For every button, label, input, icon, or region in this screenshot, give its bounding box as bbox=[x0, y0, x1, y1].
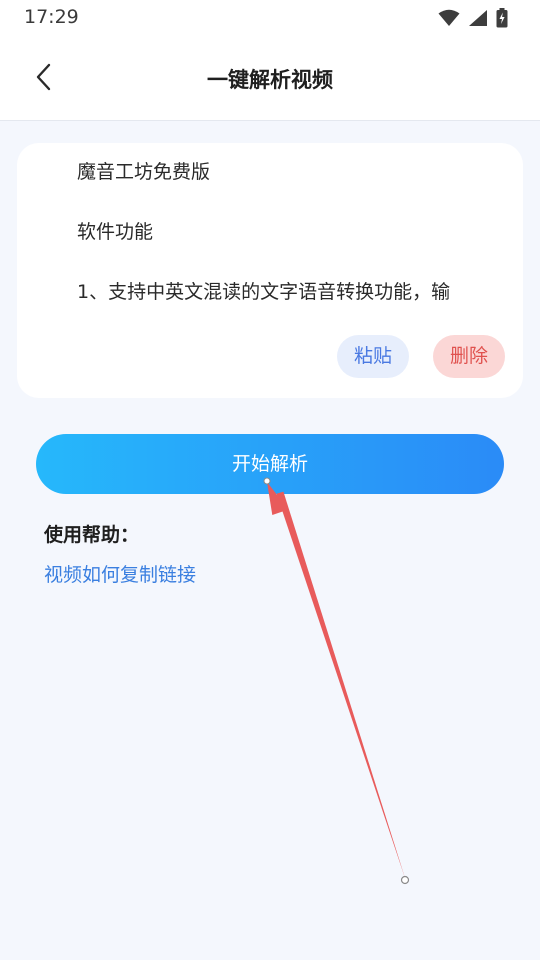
annotation-arrow-shaft bbox=[276, 491, 406, 880]
text-input-card: 魔音工坊免费版 软件功能 1、支持中英文混读的文字语音转换功能，输 粘贴 删除 bbox=[17, 143, 523, 398]
content-line: 魔音工坊免费版 bbox=[77, 161, 211, 183]
content-textarea[interactable]: 魔音工坊免费版 软件功能 1、支持中英文混读的文字语音转换功能，输 bbox=[77, 157, 507, 337]
start-parse-button[interactable]: 开始解析 bbox=[36, 434, 504, 494]
help-link[interactable]: 视频如何复制链接 bbox=[44, 560, 196, 587]
app-header: 一键解析视频 bbox=[0, 36, 540, 121]
content-line: 1、支持中英文混读的文字语音转换功能，输 bbox=[77, 281, 451, 303]
page-title: 一键解析视频 bbox=[207, 68, 333, 92]
status-bar: 17:29 bbox=[0, 0, 540, 36]
help-title: 使用帮助： bbox=[44, 524, 140, 546]
delete-button[interactable]: 删除 bbox=[433, 335, 505, 378]
wifi-icon bbox=[438, 9, 460, 31]
battery-charging-icon bbox=[496, 8, 508, 32]
paste-button[interactable]: 粘贴 bbox=[337, 335, 409, 378]
signal-icon bbox=[468, 9, 488, 31]
status-icons bbox=[438, 8, 508, 32]
annotation-start-dot bbox=[400, 875, 410, 885]
status-time: 17:29 bbox=[24, 6, 79, 28]
content-line: 软件功能 bbox=[77, 221, 154, 243]
